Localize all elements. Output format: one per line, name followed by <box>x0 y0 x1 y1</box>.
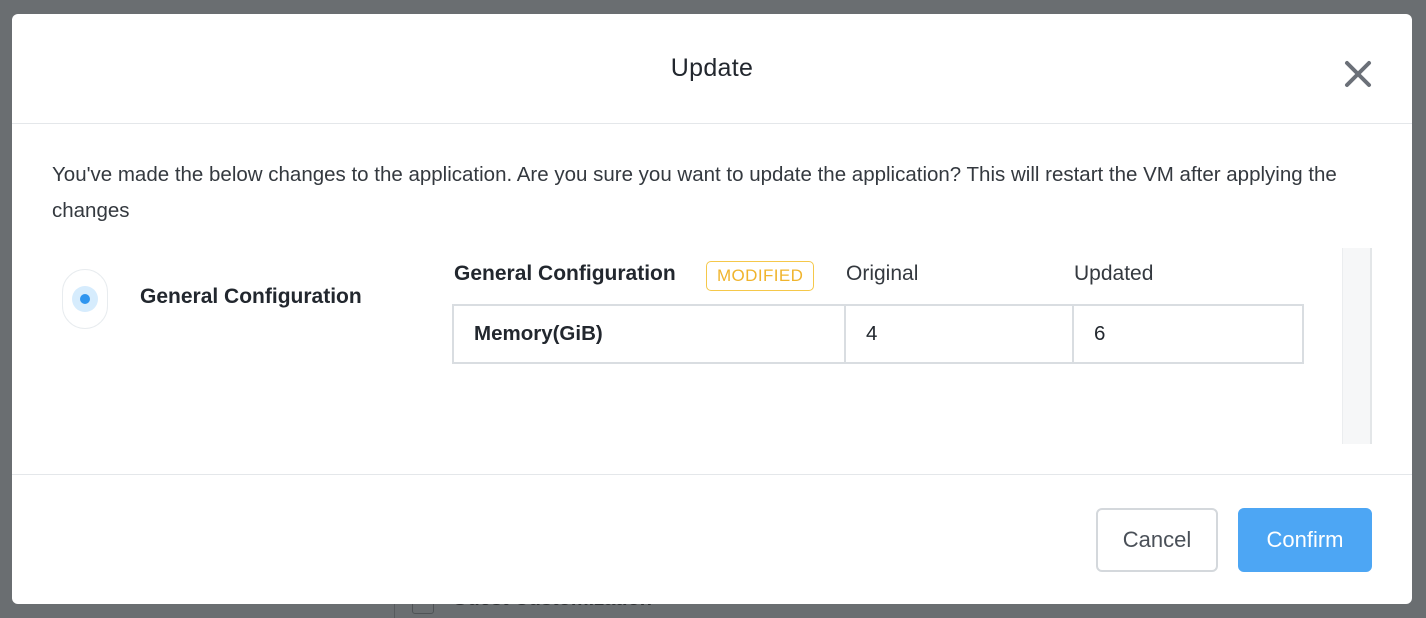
modified-badge: MODIFIED <box>706 261 815 291</box>
diff-table: Memory(GiB) 4 6 <box>452 304 1304 364</box>
table-cell-field: Memory(GiB) <box>454 306 846 362</box>
scrollbar[interactable] <box>1342 248 1372 444</box>
table-cell-original: 4 <box>846 306 1074 362</box>
diff-title: General Configuration <box>454 262 676 285</box>
cancel-button[interactable]: Cancel <box>1096 508 1218 572</box>
update-modal: Update You've made the below changes to … <box>12 14 1412 604</box>
modal-header: Update <box>12 14 1412 124</box>
confirm-button[interactable]: Confirm <box>1238 508 1372 572</box>
radio-dot <box>80 294 90 304</box>
radio-selected-icon <box>72 286 98 312</box>
modal-footer: Cancel Confirm <box>12 475 1412 604</box>
modal-body: You've made the below changes to the app… <box>12 124 1412 475</box>
section-radio[interactable] <box>62 269 108 329</box>
table-cell-updated: 6 <box>1094 322 1106 345</box>
section-label: General Configuration <box>140 285 362 308</box>
column-header-original: Original <box>846 262 919 285</box>
intro-message: You've made the below changes to the app… <box>52 163 1337 222</box>
close-button[interactable] <box>1342 58 1374 90</box>
close-icon <box>1345 61 1371 87</box>
modal-title: Update <box>670 54 754 82</box>
column-header-updated: Updated <box>1074 262 1154 285</box>
